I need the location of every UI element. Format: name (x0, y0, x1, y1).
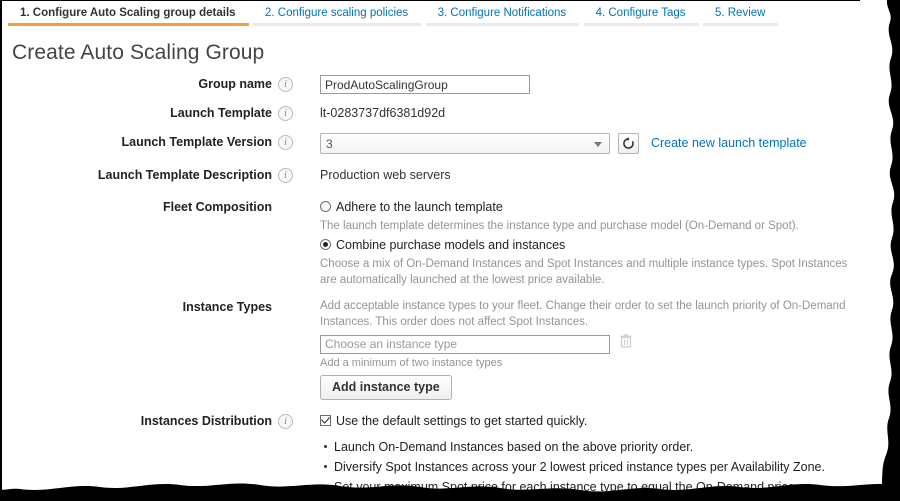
list-item: Set your maximum Spot price for each ins… (324, 477, 900, 497)
field-group-name (320, 75, 900, 95)
row-fleet-composition: Fleet Composition Adhere to the launch t… (0, 198, 900, 288)
field-launch-template-version: 3 Create new launch template (320, 133, 900, 154)
radio-icon-adhere[interactable] (320, 201, 331, 212)
checkbox-icon-default-settings[interactable] (320, 415, 331, 426)
label-instances-distribution: Instances Distribution (140, 414, 272, 428)
label-launch-template: Launch Template (170, 106, 272, 120)
hint-adhere-to-launch-template: The launch template determines the insta… (320, 220, 799, 232)
info-icon-launch-template[interactable]: i (278, 106, 293, 121)
refresh-icon (623, 137, 635, 149)
row-launch-template-description: Launch Template Description i Production… (0, 166, 900, 188)
delete-instance-type-button[interactable] (620, 334, 632, 354)
row-instances-distribution: Instances Distribution i Use the default… (0, 412, 900, 501)
hint-instance-types: Add acceptable instance types to your fl… (320, 300, 846, 328)
tab-configure-auto-scaling-group-details[interactable]: 1. Configure Auto Scaling group details (8, 0, 249, 26)
label-launch-template-description: Launch Template Description (97, 168, 272, 182)
row-instance-types: Instance Types Add acceptable instance t… (0, 298, 900, 400)
page-root: 1. Configure Auto Scaling group details … (0, 0, 900, 501)
radio-option-combine-purchase-models[interactable]: Combine purchase models and instances (320, 236, 900, 254)
instances-distribution-bullet-list: Launch On-Demand Instances based on the … (320, 437, 900, 501)
info-icon-group-name[interactable]: i (278, 77, 293, 92)
tab-review[interactable]: 5. Review (702, 0, 779, 26)
row-group-name: Group name i (0, 75, 900, 97)
label-instance-types: Instance Types (182, 300, 272, 314)
launch-template-version-select[interactable]: 3 (320, 133, 610, 154)
hint-minimum-instance-types: Add a minimum of two instance types (320, 357, 503, 369)
checkbox-label-default-settings: Use the default settings to get started … (336, 414, 588, 428)
add-instance-type-button[interactable]: Add instance type (320, 375, 452, 400)
hint-combine-purchase-models: Choose a mix of On-Demand Instances and … (320, 258, 848, 286)
instance-type-entry-row (320, 334, 900, 354)
radio-label-combine: Combine purchase models and instances (336, 238, 566, 252)
tab-configure-tags[interactable]: 4. Configure Tags (583, 0, 699, 26)
label-launch-template-version: Launch Template Version (121, 135, 272, 149)
tab-configure-notifications[interactable]: 3. Configure Notifications (425, 0, 580, 26)
radio-option-adhere-to-launch-template[interactable]: Adhere to the launch template (320, 198, 900, 216)
info-icon-instances-distribution[interactable]: i (278, 414, 293, 429)
label-group-name: Group name (198, 77, 272, 91)
launch-template-description-value: Production web servers (320, 168, 451, 182)
list-item: Launch On-Demand Instances based on the … (324, 437, 900, 457)
instance-type-input[interactable] (320, 334, 610, 354)
wizard-tab-bar: 1. Configure Auto Scaling group details … (0, 0, 900, 30)
list-item: Maintain a mix of 70% On-Demand Instance… (334, 497, 900, 501)
list-item: Diversify Spot Instances across your 2 l… (324, 457, 900, 477)
launch-template-version-selected-value: 3 (326, 137, 333, 151)
info-icon-launch-template-version[interactable]: i (278, 135, 293, 150)
refresh-button[interactable] (618, 133, 640, 154)
checkbox-option-use-default-settings[interactable]: Use the default settings to get started … (320, 412, 900, 430)
chevron-down-icon (594, 142, 602, 147)
radio-icon-combine[interactable] (320, 239, 331, 250)
radio-label-adhere: Adhere to the launch template (336, 200, 503, 214)
field-fleet-composition: Adhere to the launch template The launch… (320, 198, 900, 288)
launch-template-value: lt-0283737df6381d92d (320, 106, 446, 120)
group-name-input[interactable] (320, 75, 530, 95)
row-launch-template-version: Launch Template Version i 3 Create new l… (0, 133, 900, 155)
row-launch-template: Launch Template i lt-0283737df6381d92d (0, 104, 900, 126)
create-auto-scaling-group-form: Group name i Launch Template i lt-028373… (0, 75, 900, 501)
trash-icon (620, 334, 632, 348)
info-icon-launch-template-description[interactable]: i (278, 168, 293, 183)
label-fleet-composition: Fleet Composition (162, 200, 272, 214)
field-instances-distribution: Use the default settings to get started … (320, 412, 900, 501)
tab-configure-scaling-policies[interactable]: 2. Configure scaling policies (252, 0, 422, 26)
create-new-launch-template-link[interactable]: Create new launch template (651, 136, 807, 150)
field-instance-types: Add acceptable instance types to your fl… (320, 298, 900, 400)
page-title: Create Auto Scaling Group (12, 41, 265, 64)
